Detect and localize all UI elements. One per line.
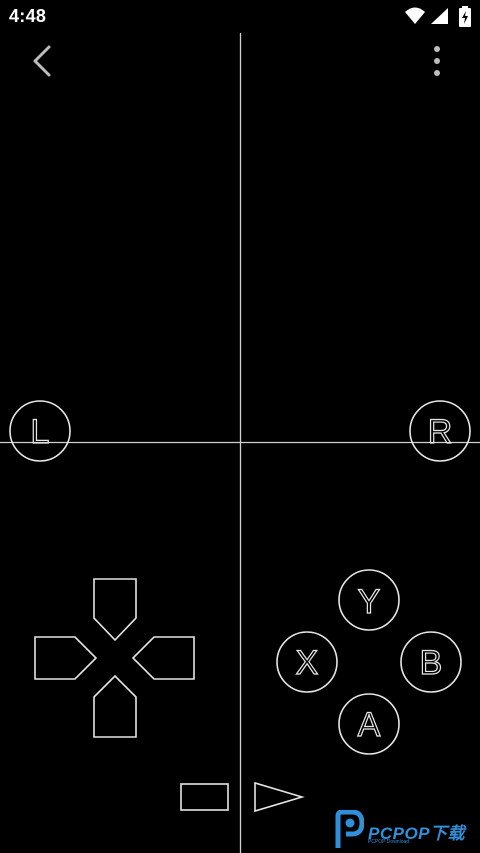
dpad-down-button[interactable] (93, 674, 137, 738)
shoulder-left-label: L (31, 413, 50, 451)
button-x[interactable]: X (276, 631, 338, 693)
button-x-label: X (296, 644, 319, 682)
button-y-label: Y (358, 583, 381, 621)
button-b[interactable]: B (400, 631, 462, 693)
button-b-label: B (420, 644, 443, 682)
controller-overlay: L R Y X B A (0, 33, 480, 853)
shoulder-right-label: R (428, 413, 453, 451)
watermark-sub: PCPOP Download (368, 839, 410, 845)
button-y[interactable]: Y (338, 569, 400, 631)
shoulder-right-button[interactable]: R (409, 400, 471, 462)
dpad-left-button[interactable] (34, 636, 98, 680)
shoulder-left-button[interactable]: L (9, 400, 71, 462)
button-a[interactable]: A (338, 693, 400, 755)
dpad-up-button[interactable] (93, 578, 137, 642)
dpad-icon (34, 578, 195, 738)
pcpop-logo-icon (335, 810, 364, 848)
watermark: PCPOP下载 PCPOP Download (332, 808, 480, 853)
button-a-label: A (358, 706, 381, 744)
dpad-right-button[interactable] (131, 636, 195, 680)
select-button-icon[interactable] (180, 783, 229, 811)
start-button-icon[interactable] (254, 781, 305, 813)
